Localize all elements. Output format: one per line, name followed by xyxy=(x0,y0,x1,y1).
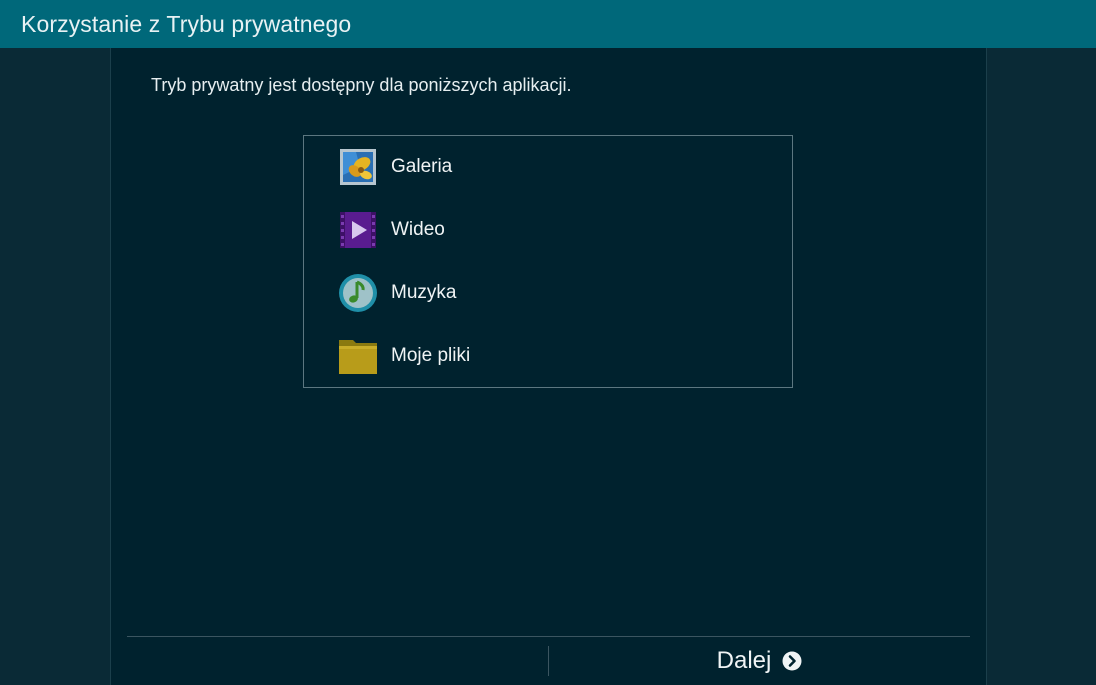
app-label-music: Muzyka xyxy=(391,282,457,303)
app-label-video: Wideo xyxy=(391,219,445,240)
video-icon xyxy=(338,210,378,250)
app-label-my-files: Moje pliki xyxy=(391,345,471,366)
chevron-right-circle-icon xyxy=(782,651,802,671)
next-button[interactable]: Dalej xyxy=(549,637,970,685)
my-files-folder-icon xyxy=(338,336,378,376)
content-panel: Tryb prywatny jest dostępny dla poniższy… xyxy=(111,48,986,685)
music-icon xyxy=(338,273,378,313)
list-item-my-files: Moje pliki xyxy=(338,336,758,376)
app-list: Galeria Wideo Muzyka Moje pliki xyxy=(303,135,793,388)
description-text: Tryb prywatny jest dostępny dla poniższy… xyxy=(151,75,572,95)
app-label-gallery: Galeria xyxy=(391,156,453,177)
next-button-label: Dalej xyxy=(716,647,772,674)
list-item-video: Wideo xyxy=(338,210,758,250)
left-margin-panel xyxy=(0,48,111,685)
gallery-icon xyxy=(338,147,378,187)
title-bar: Korzystanie z Trybu prywatnego xyxy=(0,0,1096,48)
list-item-music: Muzyka xyxy=(338,273,758,313)
page-title: Korzystanie z Trybu prywatnego xyxy=(21,11,352,37)
right-margin-panel xyxy=(986,48,1096,685)
list-item-gallery: Galeria xyxy=(338,147,758,187)
